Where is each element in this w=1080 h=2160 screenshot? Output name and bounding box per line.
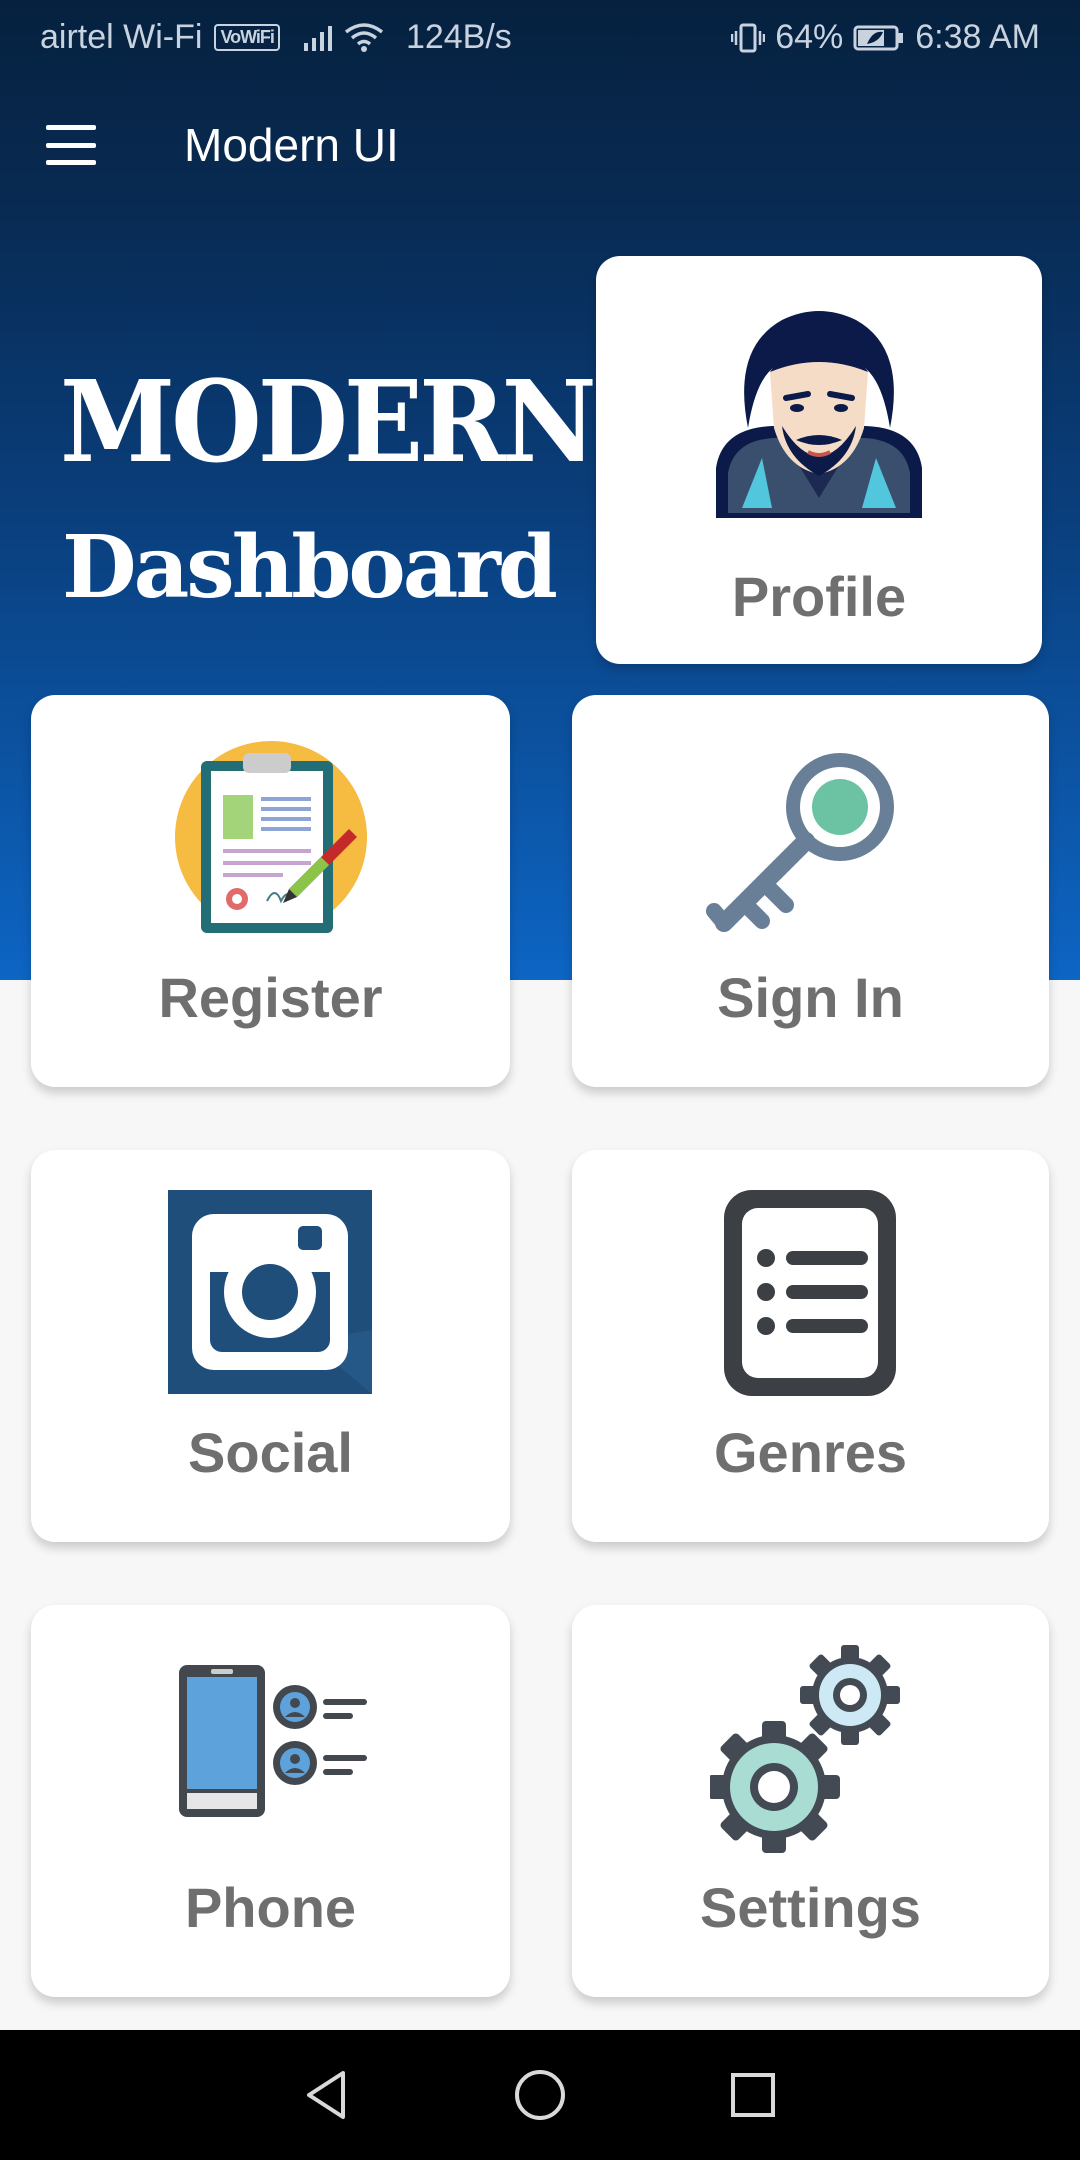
instagram-icon (168, 1190, 372, 1394)
phone-card[interactable]: Phone (31, 1605, 510, 1997)
back-icon[interactable] (297, 2065, 357, 2125)
card-label-phone: Phone (184, 1876, 357, 1939)
profile-card[interactable]: Profile (596, 256, 1042, 664)
network-speed: 124B/s (405, 18, 512, 56)
carrier-label: airtel Wi-Fi (40, 18, 203, 56)
navigation-bar (0, 2030, 1080, 2160)
hamburger-menu-icon[interactable] (46, 125, 96, 165)
app-bar: Modern UI (0, 80, 1080, 210)
app-title: Modern UI (184, 119, 399, 171)
wifi-icon (344, 22, 384, 54)
battery-percent: 64% (775, 18, 844, 56)
register-card[interactable]: Register (31, 695, 510, 1087)
vibrate-icon (731, 22, 766, 54)
card-label-genres: Genres (714, 1421, 907, 1484)
key-icon (706, 753, 894, 932)
home-icon[interactable] (510, 2065, 570, 2125)
list-icon (724, 1190, 896, 1396)
genres-card[interactable]: Genres (572, 1150, 1049, 1542)
profile-avatar-icon (716, 311, 922, 518)
social-card[interactable]: Social (31, 1150, 510, 1542)
phone-contacts-icon (179, 1665, 367, 1817)
status-bar: airtel Wi-Fi VoWiFi 124B/s 64% 6:38 AM (0, 0, 1080, 75)
gears-icon (710, 1645, 900, 1853)
card-label-settings: Settings (700, 1876, 921, 1939)
card-label-social: Social (188, 1421, 353, 1484)
card-label-signin: Sign In (717, 966, 904, 1029)
screen: airtel Wi-Fi VoWiFi 124B/s 64% 6:38 AM M… (0, 0, 1080, 2160)
card-label-register: Register (158, 966, 383, 1029)
signin-card[interactable]: Sign In (572, 695, 1049, 1087)
clock: 6:38 AM (915, 18, 1040, 56)
vowifi-badge: VoWiFi (214, 24, 280, 51)
clipboard-icon (175, 741, 367, 933)
recents-icon[interactable] (723, 2065, 783, 2125)
signal-icon (302, 23, 336, 53)
battery-icon (853, 24, 905, 52)
settings-card[interactable]: Settings (572, 1605, 1049, 1997)
card-label-profile: Profile (731, 565, 907, 628)
hero-subtitle: Dashboard (62, 517, 558, 618)
